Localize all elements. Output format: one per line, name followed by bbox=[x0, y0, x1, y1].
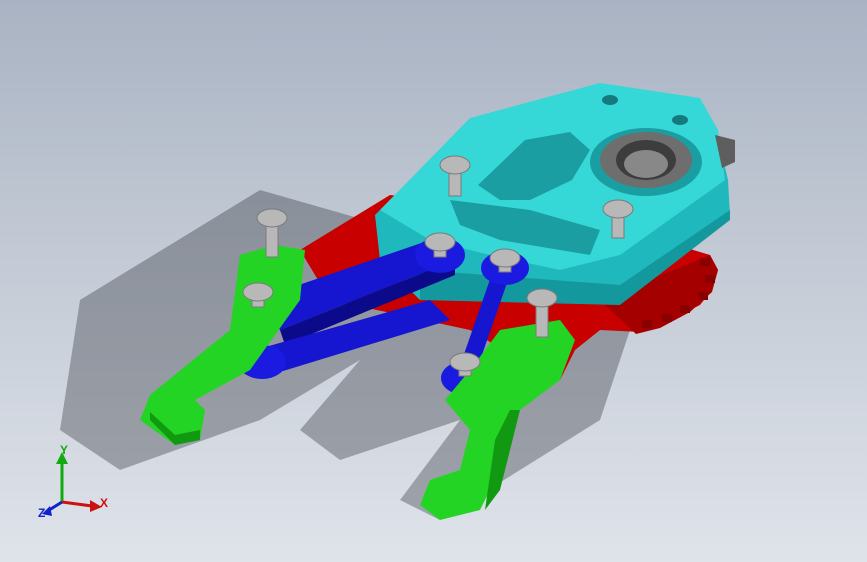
y-axis-label: Y bbox=[60, 443, 69, 457]
x-axis-label: X bbox=[100, 496, 109, 510]
coordinate-triad: Y X Z bbox=[30, 440, 120, 530]
z-axis-label: Z bbox=[38, 506, 46, 520]
gripper-assembly-model[interactable] bbox=[0, 0, 867, 562]
cad-viewport[interactable]: Y X Z bbox=[0, 0, 867, 562]
